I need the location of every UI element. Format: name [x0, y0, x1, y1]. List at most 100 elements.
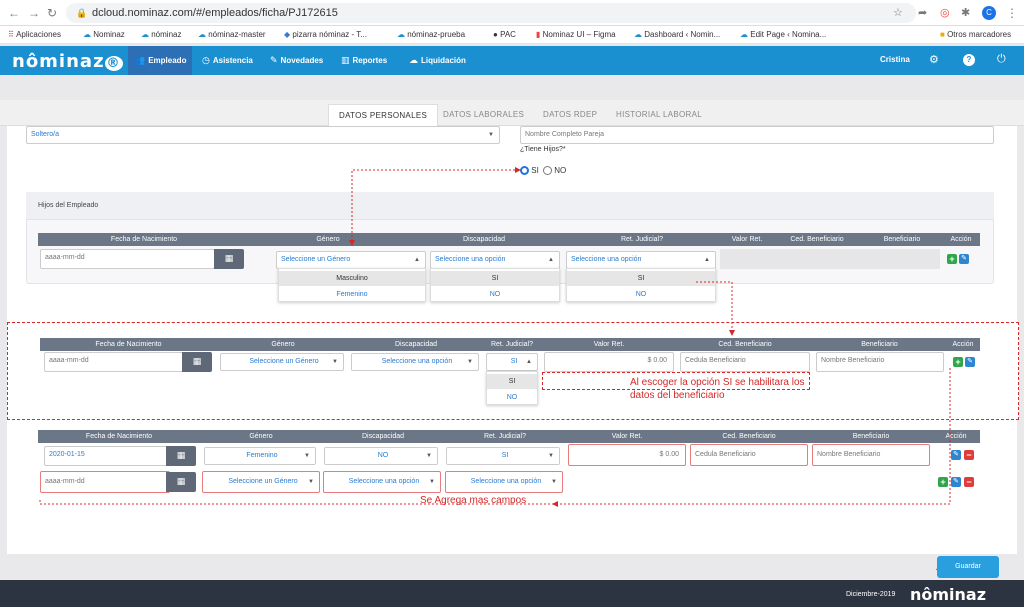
calendar-icon[interactable]: ▦ — [166, 446, 196, 466]
diamond-icon: ◆ — [284, 30, 291, 39]
extension-icon[interactable]: ◎ — [940, 6, 950, 19]
calendar-icon[interactable]: ▦ — [166, 472, 196, 492]
option-si[interactable]: SI — [567, 271, 715, 286]
caret-down-icon: ▼ — [551, 479, 557, 485]
birthdate-input-1[interactable]: aaaa-mm-dd — [40, 249, 215, 269]
bookmark-apps[interactable]: ⠿ Aplicaciones — [8, 30, 61, 39]
option-femenino[interactable]: Femenino — [279, 287, 425, 302]
caret-down-icon: ▼ — [429, 479, 435, 485]
tab-historial-laboral[interactable]: HISTORIAL LABORAL — [616, 104, 702, 126]
judicial-select-2[interactable]: SI ▲ — [486, 353, 538, 371]
footer: Diciembre-2019 nôminaz — [0, 580, 1024, 607]
footer-date: Diciembre-2019 — [846, 591, 896, 598]
disability-select-1[interactable]: Seleccione una opción ▲ — [430, 251, 560, 269]
caret-down-icon: ▼ — [488, 132, 494, 138]
add-row-button[interactable]: + — [938, 477, 948, 487]
beneficiary-name-input[interactable]: Nombre Beneficiario — [816, 352, 944, 372]
caret-down-icon: ▼ — [332, 359, 338, 365]
apps-icon: ⠿ — [8, 30, 14, 39]
tab-datos-laborales[interactable]: DATOS LABORALES — [443, 104, 524, 126]
birthdate-input-2[interactable]: aaaa-mm-dd — [44, 352, 184, 372]
retention-value-input[interactable]: $ 0.00 — [568, 444, 686, 466]
app-logo[interactable]: nôminaz ® — [12, 51, 123, 72]
add-row-button[interactable]: + — [947, 254, 957, 264]
option-si[interactable]: SI — [487, 374, 537, 389]
menu-asistencia[interactable]: ◷ Asistencia — [196, 46, 259, 75]
retention-value-input[interactable]: $ 0.00 — [544, 352, 674, 372]
settings-icon[interactable]: ⚙ — [929, 53, 939, 66]
bar-chart-icon: ▥ — [341, 55, 350, 65]
edit-row-button[interactable]: ✎ — [965, 357, 975, 367]
option-no[interactable]: NO — [567, 287, 715, 302]
birthdate-value[interactable]: 2020-01-15 — [44, 446, 168, 466]
bookmark-item[interactable]: ◆ pizarra nóminaz - T... — [284, 30, 367, 39]
judicial-select-1[interactable]: Seleccione una opción ▲ — [566, 251, 716, 269]
user-name[interactable]: Cristina — [880, 55, 910, 64]
bookmark-item[interactable]: ☁ Edit Page ‹ Nomina... — [740, 30, 826, 39]
beneficiary-name-input[interactable]: Nombre Beneficiario — [812, 444, 930, 466]
judicial-dropdown: SI NO — [566, 268, 716, 302]
option-no[interactable]: NO — [431, 287, 559, 302]
menu-reportes[interactable]: ▥ Reportes — [335, 46, 393, 75]
tab-datos-rdep[interactable]: DATOS RDEP — [543, 104, 597, 126]
caret-down-icon: ▼ — [467, 359, 473, 365]
annotation-note-2: Se Agrega mas campos — [420, 495, 527, 506]
gender-select-2[interactable]: Seleccione un Género ▼ — [220, 353, 344, 371]
back-icon[interactable]: ← — [8, 6, 20, 20]
radio-no[interactable] — [543, 166, 553, 176]
tab-strip: DATOS PERSONALES DATOS LABORALES DATOS R… — [0, 100, 1024, 126]
edit-row-button[interactable]: ✎ — [951, 450, 961, 460]
menu-novedades[interactable]: ✎ Novedades — [264, 46, 329, 75]
calendar-icon[interactable]: ▦ — [214, 249, 244, 269]
option-si[interactable]: SI — [431, 271, 559, 286]
edit-row-button[interactable]: ✎ — [951, 477, 961, 487]
edit-row-button[interactable]: ✎ — [959, 254, 969, 264]
birthdate-input-3[interactable]: aaaa-mm-dd — [40, 471, 170, 493]
reload-icon[interactable]: ↻ — [47, 6, 57, 20]
bookmark-item[interactable]: ☁ nóminaz — [141, 30, 181, 39]
option-no[interactable]: NO — [487, 390, 537, 405]
more-icon[interactable]: ⋮ — [1006, 6, 1018, 20]
calendar-icon[interactable]: ▦ — [182, 352, 212, 372]
gender-select-3[interactable]: Femenino ▼ — [204, 447, 316, 465]
profile-avatar[interactable]: C — [982, 6, 996, 20]
bookmark-item[interactable]: ☁ nóminaz-master — [198, 30, 266, 39]
disability-select-3[interactable]: NO ▼ — [324, 447, 438, 465]
menu-empleado[interactable]: 👥 Empleado — [128, 46, 193, 75]
beneficiary-id-input[interactable]: Cedula Beneficiario — [680, 352, 810, 372]
disability-select-2[interactable]: Seleccione una opción ▼ — [351, 353, 479, 371]
partner-name-input[interactable]: Nombre Completo Pareja — [520, 126, 994, 144]
marital-status-select[interactable]: Soltero/a ▼ — [26, 126, 500, 144]
delete-row-button[interactable]: − — [964, 477, 974, 487]
puzzle-icon[interactable]: ✱ — [961, 6, 970, 19]
address-bar[interactable]: 🔒 dcloud.nominaz.com/#/empleados/ficha/PJ… — [66, 3, 916, 23]
option-masculino[interactable]: Masculino — [279, 271, 425, 286]
section-title: Hijos del Empleado — [38, 202, 99, 209]
judicial-select-4[interactable]: Seleccione una opción ▼ — [445, 471, 563, 493]
bookmark-item[interactable]: ☁ Dashboard ‹ Nomin... — [634, 30, 720, 39]
bookmark-item[interactable]: ▮ Nominaz UI – Figma — [536, 30, 616, 39]
caret-up-icon: ▲ — [526, 359, 532, 365]
gender-select-4[interactable]: Seleccione un Género ▼ — [202, 471, 320, 493]
cloud-icon: ☁ — [740, 30, 748, 39]
beneficiary-id-input[interactable]: Cedula Beneficiario — [690, 444, 808, 466]
tab-datos-personales[interactable]: DATOS PERSONALES — [328, 104, 439, 126]
add-row-button[interactable]: + — [953, 357, 963, 367]
delete-row-button[interactable]: − — [964, 450, 974, 460]
judicial-select-3[interactable]: SI ▼ — [446, 447, 560, 465]
forward-icon[interactable]: → — [28, 6, 40, 20]
save-button[interactable]: Guardar — [937, 556, 999, 578]
gender-select-1[interactable]: Seleccione un Género ▲ — [276, 251, 426, 269]
bookmark-item[interactable]: ☁ nóminaz-prueba — [397, 30, 465, 39]
star-icon[interactable]: ☆ — [893, 6, 903, 19]
power-icon[interactable]: ⏻ — [997, 53, 1006, 66]
bookmark-item[interactable]: ● PAC — [493, 30, 516, 39]
bookmark-item[interactable]: ☁ Nominaz — [83, 30, 125, 39]
radio-si[interactable] — [520, 166, 529, 176]
table3-header: Fecha de Nacimiento Género Discapacidad … — [38, 430, 980, 443]
share-icon[interactable]: ➦ — [918, 6, 927, 19]
bookmark-other[interactable]: ■ Otros marcadores — [940, 30, 1011, 39]
menu-liquidacion[interactable]: ☁ Liquidación — [403, 46, 472, 75]
help-icon[interactable]: ? — [963, 54, 975, 66]
disability-select-4[interactable]: Seleccione una opción ▼ — [323, 471, 441, 493]
